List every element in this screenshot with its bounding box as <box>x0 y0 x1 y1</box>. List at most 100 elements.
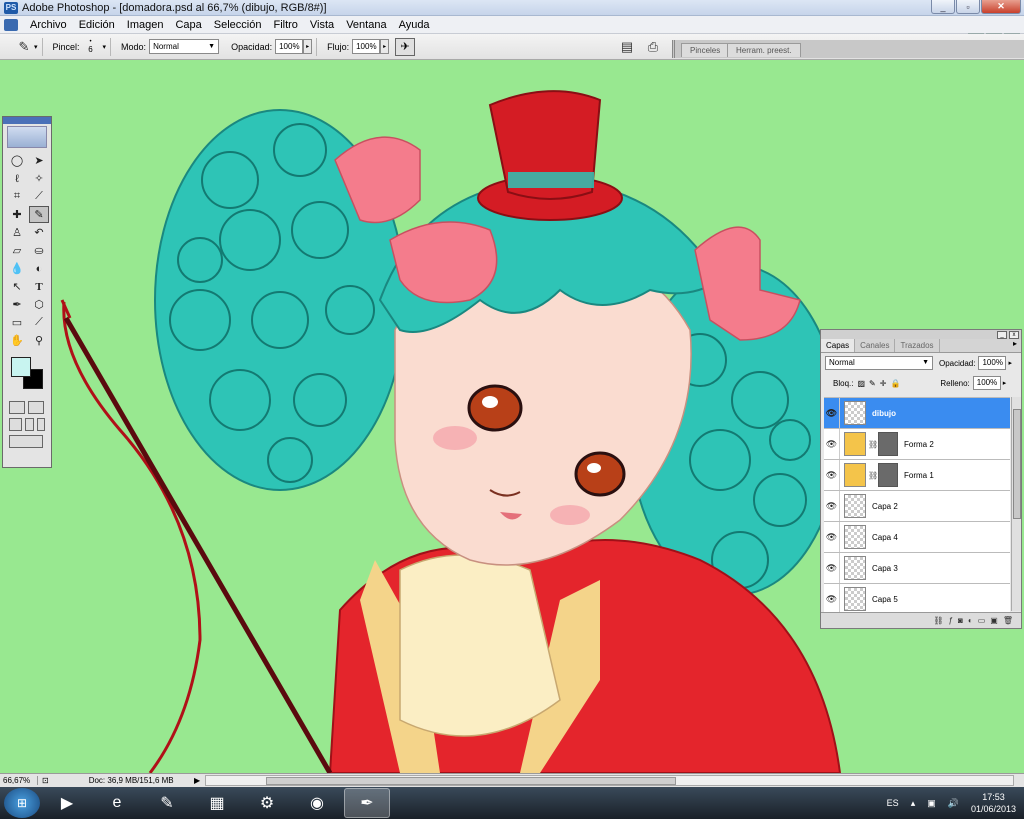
preset-arrow-icon[interactable]: ▾ <box>34 43 38 51</box>
new-layer-icon[interactable]: ▣ <box>990 616 998 625</box>
menu-vista[interactable]: Vista <box>304 16 340 34</box>
flow-input[interactable]: 100% <box>352 39 381 54</box>
tab-pinceles[interactable]: Pinceles <box>681 43 730 57</box>
close-button[interactable]: ✕ <box>981 0 1021 14</box>
brush-picker[interactable]: • 6 <box>83 39 99 54</box>
visibility-eye-icon[interactable]: 👁 <box>824 584 840 614</box>
screen-mode-standard-button[interactable] <box>9 418 23 431</box>
status-icon[interactable]: ⊡ <box>42 776 49 785</box>
layer-row[interactable]: 👁 ⛓ Forma 1 <box>824 459 1010 490</box>
minimize-button[interactable]: _ <box>931 0 955 14</box>
quick-mask-button[interactable] <box>28 401 44 414</box>
palette-icon[interactable]: ▤ <box>617 37 637 57</box>
layer-row[interactable]: 👁 Capa 5 <box>824 583 1010 614</box>
menu-archivo[interactable]: Archivo <box>24 16 73 34</box>
lock-pixels-icon[interactable]: ✎ <box>869 379 876 388</box>
brush-dropdown-icon[interactable]: ▾ <box>103 43 107 51</box>
eraser-icon[interactable]: ▱ <box>7 242 27 259</box>
path-select-icon[interactable]: ↖ <box>7 278 27 295</box>
visibility-eye-icon[interactable]: 👁 <box>824 491 840 521</box>
flow-slider-button[interactable]: ▸ <box>380 39 390 54</box>
visibility-eye-icon[interactable]: 👁 <box>824 522 840 552</box>
media-player-icon[interactable]: ▶ <box>44 788 90 818</box>
foreground-color[interactable] <box>11 357 31 377</box>
zoom-icon[interactable]: ⚲ <box>29 332 49 349</box>
visibility-eye-icon[interactable]: 👁 <box>824 429 840 459</box>
shape-icon[interactable]: ⬡ <box>29 296 49 313</box>
file-explorer-icon[interactable]: ▦ <box>194 788 240 818</box>
document-icon[interactable] <box>4 18 18 31</box>
add-mask-icon[interactable]: ◙ <box>958 616 963 625</box>
imageready-button[interactable] <box>9 435 43 448</box>
tab-trazados[interactable]: Trazados <box>895 339 940 352</box>
opacity-input[interactable]: 100% <box>275 39 304 54</box>
panel-titlebar[interactable]: _ x <box>821 330 1021 339</box>
layer-row[interactable]: 👁 dibujo <box>824 397 1010 428</box>
layer-row[interactable]: 👁 Capa 2 <box>824 490 1010 521</box>
toolbox-header[interactable] <box>3 117 51 124</box>
layer-opacity-slider[interactable]: ▸ <box>1008 359 1012 367</box>
scroll-thumb[interactable] <box>266 777 676 785</box>
screen-mode-fullscreen-button[interactable] <box>36 418 46 431</box>
visibility-eye-icon[interactable]: 👁 <box>824 553 840 583</box>
mode-select[interactable]: Normal ▼ <box>149 39 220 54</box>
link-layers-icon[interactable]: ⛓ <box>933 616 943 625</box>
volume-icon[interactable]: 🔊 <box>948 798 959 809</box>
tray-arrow-icon[interactable]: ▴ <box>911 798 916 809</box>
panel-minimize-button[interactable]: _ <box>997 331 1007 339</box>
tab-canales[interactable]: Canales <box>855 339 896 352</box>
blend-mode-select[interactable]: Normal ▼ <box>825 356 933 370</box>
menu-edicion[interactable]: Edición <box>73 16 121 34</box>
photoshop-taskbar-icon[interactable]: ✒ <box>344 788 390 818</box>
lock-transparency-icon[interactable]: ▨ <box>857 379 865 388</box>
start-button[interactable]: ⊞ <box>4 788 40 818</box>
app-pencil-icon[interactable]: ✎ <box>144 788 190 818</box>
tab-herram-preest[interactable]: Herram. preest. <box>727 43 801 57</box>
panel-menu-icon[interactable]: ▸ <box>1013 339 1021 352</box>
layer-opacity-input[interactable]: 100% <box>978 356 1007 370</box>
airbrush-icon[interactable]: ✈ <box>395 37 416 56</box>
zoom-level[interactable]: 66,67% <box>0 776 38 785</box>
marquee-icon[interactable]: ◯ <box>7 152 27 169</box>
dodge-icon[interactable]: ◐ <box>29 260 49 277</box>
slice-icon[interactable]: ⟋ <box>29 188 49 205</box>
visibility-eye-icon[interactable]: 👁 <box>824 460 840 490</box>
crop-icon[interactable]: ⌗ <box>7 188 27 205</box>
brush-preset-icon[interactable]: ✎ <box>14 37 34 57</box>
layer-row[interactable]: 👁 ⛓ Forma 2 <box>824 428 1010 459</box>
tab-capas[interactable]: Capas <box>821 339 856 352</box>
screen-mode-full-button[interactable] <box>25 418 34 431</box>
internet-explorer-icon[interactable]: e <box>94 788 140 818</box>
delete-layer-icon[interactable]: 🗑 <box>1003 616 1013 625</box>
lock-all-icon[interactable]: 🔒 <box>890 379 900 388</box>
network-app-icon[interactable]: ⚙ <box>244 788 290 818</box>
status-menu-arrow-icon[interactable]: ▶ <box>194 776 200 785</box>
fill-input[interactable]: 100% <box>972 376 1001 390</box>
visibility-eye-icon[interactable]: 👁 <box>824 398 840 428</box>
feather-icon[interactable] <box>7 126 47 148</box>
horizontal-scrollbar[interactable] <box>205 775 1014 786</box>
layers-scrollbar[interactable] <box>1011 397 1021 611</box>
menu-filtro[interactable]: Filtro <box>267 16 303 34</box>
opacity-slider-button[interactable]: ▸ <box>303 39 313 54</box>
blur-icon[interactable]: 💧 <box>7 260 27 277</box>
healing-icon[interactable]: ✚ <box>7 206 27 223</box>
notes-icon[interactable]: ▭ <box>7 314 27 331</box>
history-brush-icon[interactable]: ↶ <box>29 224 49 241</box>
brush-icon[interactable]: ✎ <box>29 206 49 223</box>
pen-icon[interactable]: ✒ <box>7 296 27 313</box>
network-icon[interactable]: ▣ <box>927 798 936 809</box>
adjustment-layer-icon[interactable]: ◐ <box>968 616 973 625</box>
menu-seleccion[interactable]: Selección <box>208 16 268 34</box>
clock[interactable]: 17:53 01/06/2013 <box>971 791 1016 815</box>
language-indicator[interactable]: ES <box>887 798 899 808</box>
hand-icon[interactable]: ✋ <box>7 332 27 349</box>
file-browser-icon[interactable]: ⎙ <box>643 37 663 57</box>
menu-ventana[interactable]: Ventana <box>340 16 392 34</box>
new-group-icon[interactable]: ▭ <box>978 616 986 625</box>
stamp-icon[interactable]: ♙ <box>7 224 27 241</box>
standard-mode-button[interactable] <box>9 401 25 414</box>
bucket-icon[interactable]: ⛀ <box>29 242 49 259</box>
type-icon[interactable]: T <box>29 278 49 295</box>
menu-capa[interactable]: Capa <box>169 16 207 34</box>
